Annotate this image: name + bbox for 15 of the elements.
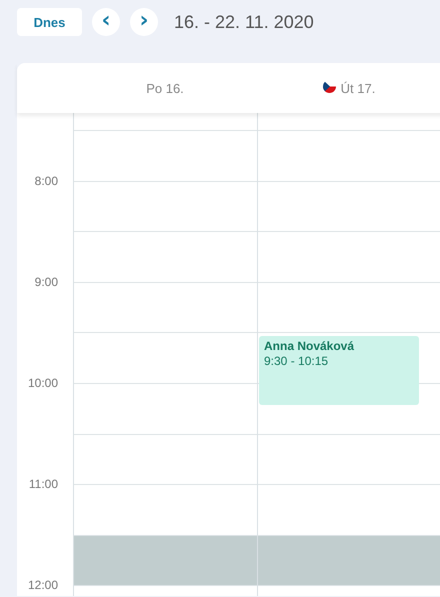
today-button[interactable]: Dnes xyxy=(17,8,82,36)
flag-icon xyxy=(322,80,336,93)
day-header: Út 17. xyxy=(340,80,376,96)
appointment-card[interactable]: Anna Nováková 9:30 - 10:15 xyxy=(259,336,419,406)
time-label: 9:00 xyxy=(34,274,58,289)
appointment-name: Anna Nováková xyxy=(264,339,356,354)
time-label: 12:00 xyxy=(28,578,58,592)
appointment-time: 9:30 - 10:15 xyxy=(264,354,330,368)
day-header: Po 16. xyxy=(146,80,184,96)
date-range: 16. - 22. 11. 2020 xyxy=(174,12,314,32)
previous-button[interactable]: ‹ xyxy=(92,8,120,36)
next-button[interactable]: › xyxy=(130,8,158,36)
time-label: 10:00 xyxy=(28,376,58,390)
time-label: 8:00 xyxy=(34,174,58,188)
time-label: 11:00 xyxy=(28,477,58,492)
